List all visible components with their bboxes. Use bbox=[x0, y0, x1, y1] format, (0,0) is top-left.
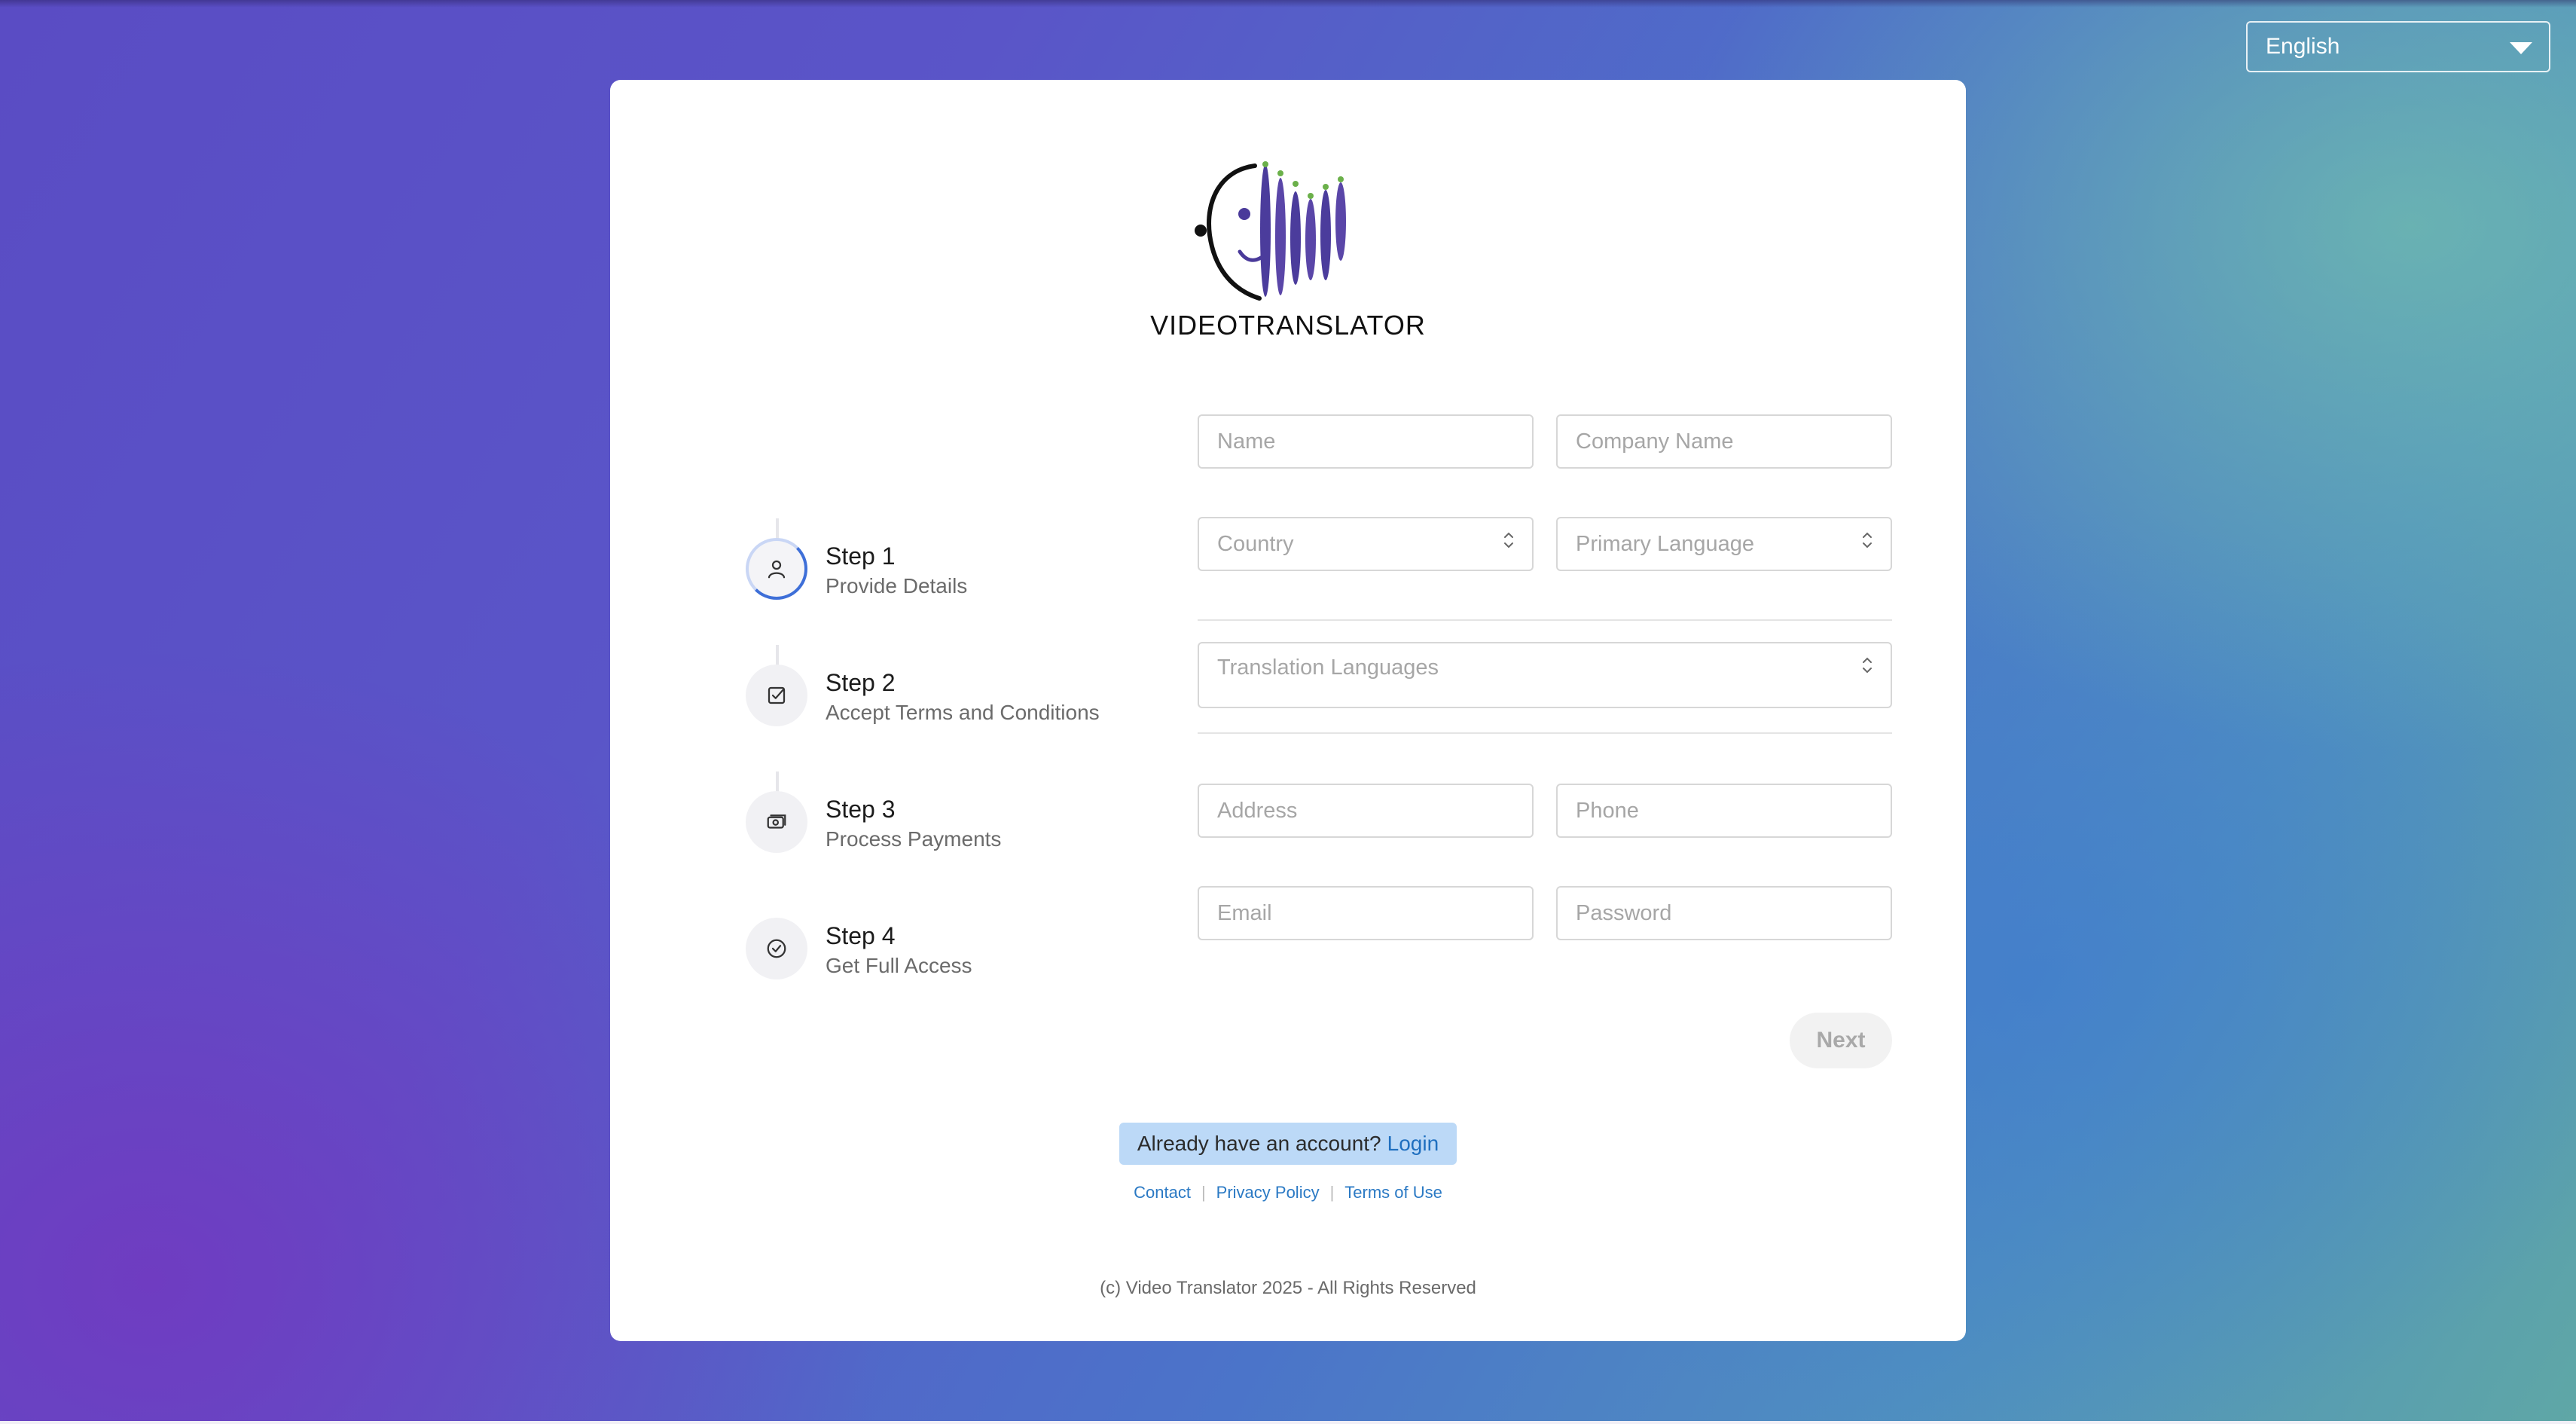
phone-input[interactable] bbox=[1556, 784, 1892, 838]
select-arrows-icon bbox=[1504, 532, 1513, 549]
step-subtitle: Process Payments bbox=[826, 827, 1002, 851]
chevron-down-icon bbox=[2510, 42, 2532, 54]
primary-language-placeholder: Primary Language bbox=[1576, 531, 1754, 556]
primary-language-select[interactable]: Primary Language bbox=[1556, 517, 1892, 571]
country-select-placeholder: Country bbox=[1217, 531, 1294, 556]
login-prompt: Already have an account? Login bbox=[1119, 1123, 1457, 1165]
step-title: Step 2 bbox=[826, 669, 896, 696]
privacy-policy-link[interactable]: Privacy Policy bbox=[1216, 1183, 1320, 1202]
contact-link[interactable]: Contact bbox=[1134, 1183, 1191, 1202]
checkbox-icon bbox=[746, 665, 807, 726]
check-circle-icon bbox=[746, 918, 807, 979]
next-button[interactable]: Next bbox=[1790, 1013, 1892, 1068]
link-separator: | bbox=[1329, 1183, 1335, 1202]
top-shadow bbox=[0, 0, 2576, 8]
footer-links: Contact | Privacy Policy | Terms of Use bbox=[610, 1183, 1966, 1202]
step-1: Step 1 Provide Details bbox=[746, 538, 1152, 613]
brand-name: VIDEOTRANSLATOR bbox=[1150, 310, 1426, 341]
step-4: Step 4 Get Full Access bbox=[746, 918, 1152, 993]
language-select[interactable]: English bbox=[2246, 21, 2550, 72]
signup-steps: Step 1 Provide Details Step 2 Accept Ter… bbox=[746, 455, 1152, 1028]
bottom-strip bbox=[0, 1421, 2576, 1424]
translation-languages-placeholder: Translation Languages bbox=[1217, 655, 1439, 680]
form-divider bbox=[1198, 619, 1892, 621]
videotranslator-logo bbox=[1195, 161, 1346, 301]
link-separator: | bbox=[1201, 1183, 1206, 1202]
translation-languages-select[interactable]: Translation Languages bbox=[1198, 642, 1892, 708]
password-input[interactable] bbox=[1556, 886, 1892, 940]
terms-of-use-link[interactable]: Terms of Use bbox=[1344, 1183, 1442, 1202]
payment-icon bbox=[746, 791, 807, 853]
step-title: Step 4 bbox=[826, 922, 896, 949]
language-select-value: English bbox=[2266, 34, 2340, 59]
signup-card: VIDEOTRANSLATOR Step 1 Provide Details S… bbox=[610, 80, 1966, 1341]
address-input[interactable] bbox=[1198, 784, 1534, 838]
step-2: Step 2 Accept Terms and Conditions bbox=[746, 665, 1152, 740]
user-icon bbox=[746, 538, 807, 600]
select-arrows-icon bbox=[1863, 657, 1872, 674]
step-subtitle: Provide Details bbox=[826, 574, 968, 597]
step-subtitle: Get Full Access bbox=[826, 954, 972, 977]
company-name-input[interactable] bbox=[1556, 414, 1892, 469]
form-divider bbox=[1198, 732, 1892, 734]
step-title: Step 3 bbox=[826, 796, 896, 823]
step-subtitle: Accept Terms and Conditions bbox=[826, 701, 1100, 724]
select-arrows-icon bbox=[1863, 532, 1872, 549]
login-prompt-text: Already have an account? bbox=[1137, 1132, 1381, 1155]
step-3: Step 3 Process Payments bbox=[746, 791, 1152, 866]
email-input[interactable] bbox=[1198, 886, 1534, 940]
step-title: Step 1 bbox=[826, 542, 896, 570]
copyright-text: (c) Video Translator 2025 - All Rights R… bbox=[1100, 1278, 1476, 1298]
login-link[interactable]: Login bbox=[1387, 1132, 1439, 1156]
country-select[interactable]: Country bbox=[1198, 517, 1534, 571]
name-input[interactable] bbox=[1198, 414, 1534, 469]
